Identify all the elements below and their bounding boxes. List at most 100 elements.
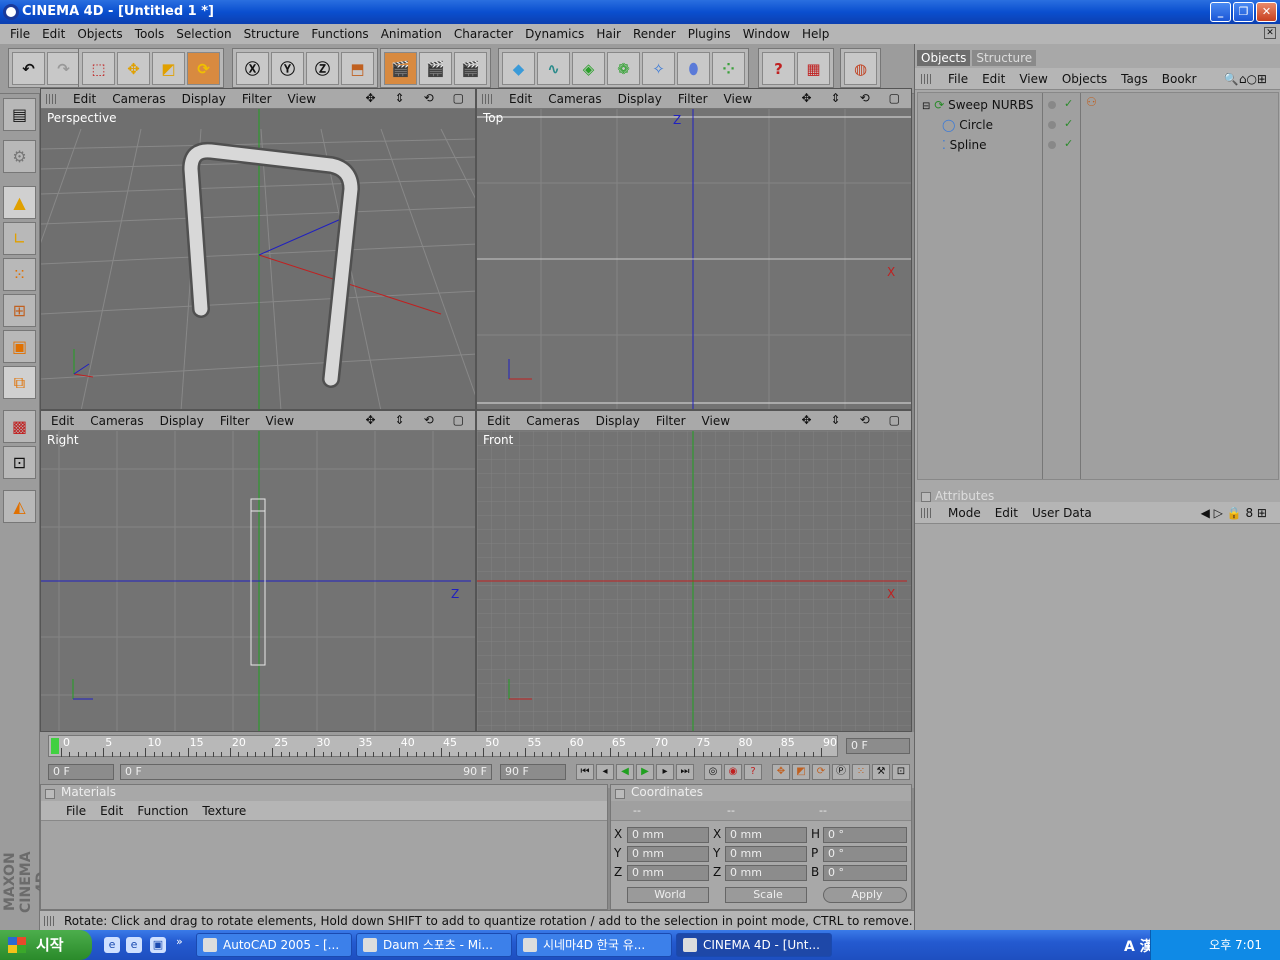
om-nav-icons[interactable]: 🔍⌂○⊞: [1217, 72, 1274, 86]
object-name[interactable]: Spline: [950, 138, 987, 152]
front-canvas[interactable]: Front X: [477, 431, 911, 731]
key-scale-icon[interactable]: ◩: [792, 764, 810, 780]
vp-menu-cameras[interactable]: Cameras: [540, 92, 609, 106]
vp-menu-view[interactable]: View: [716, 92, 760, 106]
cube-primitive-icon[interactable]: ◆: [502, 52, 535, 85]
coordinate-system-icon[interactable]: ⬒: [341, 52, 374, 85]
grip-icon[interactable]: [482, 94, 494, 104]
menu-animation[interactable]: Animation: [375, 27, 448, 41]
command-manager-icon[interactable]: ▦: [797, 52, 830, 85]
om-menu-view[interactable]: View: [1012, 72, 1054, 86]
viewport-top[interactable]: Edit Cameras Display Filter View ✥ ⇕ ⟲ ▢ To…: [476, 88, 912, 410]
mat-menu-function[interactable]: Function: [130, 804, 195, 818]
menu-structure[interactable]: Structure: [238, 27, 306, 41]
om-menu-edit[interactable]: Edit: [975, 72, 1012, 86]
move-icon[interactable]: ✥: [117, 52, 150, 85]
enabled-check-icon[interactable]: ✓: [1064, 137, 1073, 150]
size-x-field[interactable]: 0 mm: [725, 827, 807, 843]
y-axis-lock-icon[interactable]: Ⓨ: [271, 52, 304, 85]
start-frame-field[interactable]: 0 F: [48, 764, 114, 780]
vp-menu-view[interactable]: View: [258, 414, 302, 428]
menu-functions[interactable]: Functions: [305, 27, 374, 41]
z-axis-lock-icon[interactable]: Ⓩ: [306, 52, 339, 85]
playhead[interactable]: [51, 738, 59, 754]
timeline-window-icon[interactable]: ⊡: [892, 764, 910, 780]
play-forward-icon[interactable]: ▶: [636, 764, 654, 780]
rotation-b-field[interactable]: 0 °: [823, 865, 907, 881]
maximize-viewport-icon[interactable]: ▢: [881, 413, 908, 427]
attr-menu-mode[interactable]: Mode: [941, 506, 988, 520]
grip-icon[interactable]: [46, 94, 58, 104]
viewport-perspective[interactable]: Edit Cameras Display Filter View ✥ ⇕ ⟲ ▢ Pe…: [40, 88, 476, 410]
object-row-spline[interactable]: ⁚ Spline: [942, 135, 987, 155]
spline-tool-icon[interactable]: ∿: [537, 52, 570, 85]
use-polygon-tool-icon[interactable]: ▣: [3, 330, 36, 363]
menu-character[interactable]: Character: [448, 27, 519, 41]
current-frame-field[interactable]: 0 F: [846, 738, 910, 754]
deformer-icon[interactable]: ✧: [642, 52, 675, 85]
object-row-circle[interactable]: ◯ Circle: [942, 115, 993, 135]
position-z-field[interactable]: 0 mm: [627, 865, 709, 881]
vp-menu-filter[interactable]: Filter: [648, 414, 694, 428]
array-icon[interactable]: ❁: [607, 52, 640, 85]
phong-tag-icon[interactable]: ⚇: [1086, 95, 1097, 109]
enable-axis-icon[interactable]: ◭: [3, 490, 36, 523]
taskbar-item-autocad[interactable]: AutoCAD 2005 - [...: [196, 933, 352, 957]
maximize-viewport-icon[interactable]: ▢: [881, 91, 908, 105]
pan-icon[interactable]: ✥: [357, 413, 383, 427]
key-position-icon[interactable]: ✥: [772, 764, 790, 780]
clock[interactable]: 오후 7:01: [1209, 938, 1262, 952]
orbit-icon[interactable]: ⟲: [416, 413, 442, 427]
key-rotation-icon[interactable]: ⟳: [812, 764, 830, 780]
vp-menu-edit[interactable]: Edit: [501, 92, 540, 106]
vp-menu-filter[interactable]: Filter: [212, 414, 258, 428]
pan-icon[interactable]: ✥: [793, 91, 819, 105]
use-edge-tool-icon[interactable]: ⊞: [3, 294, 36, 327]
enabled-check-icon[interactable]: ✓: [1064, 117, 1073, 130]
taskbar-item-cinema4d[interactable]: CINEMA 4D - [Unt...: [676, 933, 832, 957]
autokey-icon[interactable]: ?: [744, 764, 762, 780]
om-menu-objects[interactable]: Objects: [1055, 72, 1114, 86]
particle-icon[interactable]: ⁘: [712, 52, 745, 85]
grip-icon[interactable]: [921, 74, 933, 84]
viewport-front[interactable]: Edit Cameras Display Filter View ✥ ⇕ ⟲ ▢ Fr…: [476, 410, 912, 732]
menu-selection[interactable]: Selection: [170, 27, 237, 41]
use-texture-axis-icon[interactable]: ⊡: [3, 446, 36, 479]
vp-menu-cameras[interactable]: Cameras: [104, 92, 173, 106]
vp-menu-cameras[interactable]: Cameras: [82, 414, 151, 428]
pan-icon[interactable]: ✥: [357, 91, 383, 105]
menu-tools[interactable]: Tools: [129, 27, 171, 41]
vp-menu-edit[interactable]: Edit: [43, 414, 82, 428]
collapse-icon[interactable]: ⊟: [922, 101, 930, 112]
use-texture-tool-icon[interactable]: ▩: [3, 410, 36, 443]
rotate-icon[interactable]: ⟳: [187, 52, 220, 85]
vp-menu-view[interactable]: View: [694, 414, 738, 428]
viewport-right[interactable]: Edit Cameras Display Filter View ✥ ⇕ ⟲ ▢ Ri…: [40, 410, 476, 732]
use-point-tool-icon[interactable]: ⁙: [3, 258, 36, 291]
browser-icon[interactable]: e: [126, 937, 142, 953]
vp-menu-display[interactable]: Display: [152, 414, 212, 428]
om-menu-tags[interactable]: Tags: [1114, 72, 1155, 86]
live-selection-icon[interactable]: ⬚: [82, 52, 115, 85]
object-list[interactable]: ⊟ ⟳ Sweep NURBS ◯ Circle ⁚ Spline ✓ ✓ ✓ …: [917, 92, 1279, 480]
redo-icon[interactable]: ↷: [47, 52, 80, 85]
key-parameter-icon[interactable]: Ⓟ: [832, 764, 850, 780]
tab-structure[interactable]: Structure: [972, 50, 1037, 66]
top-canvas[interactable]: Top Z X: [477, 109, 911, 409]
make-editable-icon[interactable]: ⚙: [3, 140, 36, 173]
object-row-sweep-nurbs[interactable]: ⊟ ⟳ Sweep NURBS: [922, 95, 1033, 115]
materials-area[interactable]: [41, 821, 607, 909]
position-y-field[interactable]: 0 mm: [627, 846, 709, 862]
maximize-viewport-icon[interactable]: ▢: [445, 413, 472, 427]
mat-menu-texture[interactable]: Texture: [195, 804, 253, 818]
om-menu-bookmarks[interactable]: Bookr: [1155, 72, 1204, 86]
go-to-end-icon[interactable]: ⏭: [676, 764, 694, 780]
attr-menu-user-data[interactable]: User Data: [1025, 506, 1099, 520]
pan-icon[interactable]: ✥: [793, 413, 819, 427]
scene-object-icon[interactable]: ⬮: [677, 52, 710, 85]
render-view-icon[interactable]: 🎬: [384, 52, 417, 85]
taskbar-item-daum[interactable]: Daum 스포츠 - Mi...: [356, 933, 512, 957]
use-object-tool-icon[interactable]: ∟: [3, 222, 36, 255]
orbit-icon[interactable]: ⟲: [852, 91, 878, 105]
vp-menu-display[interactable]: Display: [588, 414, 648, 428]
